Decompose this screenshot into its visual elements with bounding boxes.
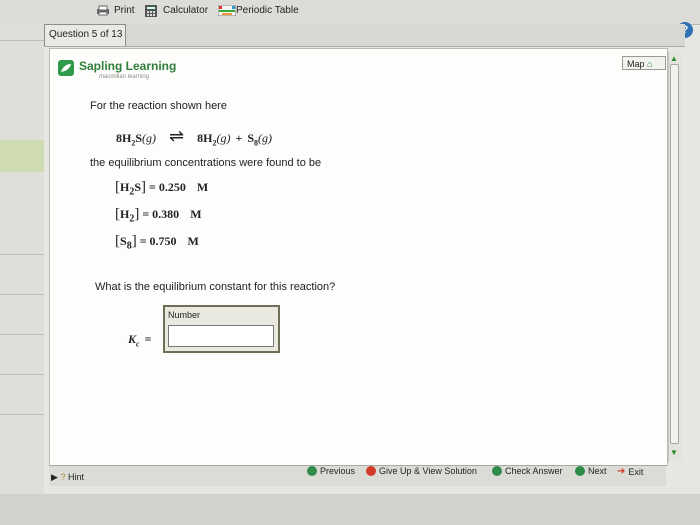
strip-divider — [0, 294, 44, 295]
rhs2-phase: (g) — [258, 131, 272, 145]
lightbulb-icon: ? — [60, 472, 66, 482]
left-highlight-band — [0, 140, 44, 172]
question-tab[interactable]: Question 5 of 13 — [44, 24, 126, 46]
concentration-s8: [S8] = 0.750 M — [115, 233, 199, 251]
strip-divider — [0, 334, 44, 335]
concentration-value: = 0.750 — [139, 234, 177, 248]
concentration-unit: M — [187, 234, 199, 248]
map-icon: ⌂ — [647, 59, 653, 69]
previous-arrow-icon — [307, 466, 317, 476]
prompt-text: For the reaction shown here — [90, 100, 227, 112]
question-tab-bar — [44, 24, 685, 47]
answer-number-input[interactable] — [168, 325, 274, 347]
previous-label: Previous — [320, 466, 356, 476]
bracket-close: ] — [141, 179, 147, 195]
next-arrow-icon — [575, 466, 585, 476]
hint-button[interactable]: ▶ ? Hint — [51, 472, 84, 483]
equilibrium-arrow-icon: ⇌ — [169, 126, 185, 146]
lhs-phase: (g) — [142, 131, 157, 145]
equilibrium-text: the equilibrium concentrations were foun… — [90, 157, 322, 169]
next-button[interactable]: Next — [575, 466, 607, 476]
calculator-label: Calculator — [163, 5, 209, 16]
concentration-value: = 0.250 — [149, 180, 186, 194]
print-label: Print — [114, 5, 135, 16]
strip-divider — [0, 40, 44, 41]
next-label: Next — [588, 466, 607, 476]
periodic-table-label: Periodic Table — [236, 5, 299, 16]
species: S — [120, 234, 127, 248]
kc-equals: = — [144, 332, 152, 346]
lhs-species: H — [122, 131, 132, 145]
check-answer-button[interactable]: Check Answer — [492, 466, 563, 476]
species: H — [120, 207, 130, 221]
strip-divider — [0, 254, 44, 255]
print-button[interactable]: Print — [96, 5, 135, 16]
top-toolbar: Print Calculator Periodic Table — [0, 0, 700, 25]
check-icon — [492, 466, 502, 476]
sapling-logo-icon — [58, 60, 74, 76]
exit-button[interactable]: ➜ Exit — [617, 466, 643, 477]
scroll-down-arrow-icon[interactable]: ▼ — [670, 448, 678, 457]
scroll-up-arrow-icon[interactable]: ▲ — [670, 54, 678, 63]
bracket-close: ] — [134, 206, 140, 222]
lower-background — [0, 494, 700, 525]
map-label: Map — [627, 59, 645, 69]
check-answer-label: Check Answer — [505, 466, 563, 476]
bottom-navigation-bar — [49, 465, 666, 486]
calculator-icon — [145, 5, 159, 17]
exit-arrow-icon: ➜ — [617, 466, 626, 477]
concentration-h2s: [H2S] = 0.250 M — [115, 179, 208, 197]
previous-button[interactable]: Previous — [307, 466, 355, 476]
plus-sign: + — [235, 131, 243, 145]
map-button[interactable]: Map ⌂ — [622, 56, 666, 70]
kc-subscript: c — [136, 339, 140, 349]
concentration-unit: M — [196, 180, 209, 194]
scrollbar-thumb[interactable] — [670, 64, 679, 444]
give-up-button[interactable]: Give Up & View Solution — [366, 466, 477, 476]
strip-divider — [0, 414, 44, 415]
brand-name: Sapling Learning — [79, 59, 177, 73]
exit-label: Exit — [628, 466, 644, 477]
brand-subtitle: macmillan learning — [99, 74, 150, 80]
periodic-table-icon — [217, 4, 237, 17]
calculator-button[interactable]: Calculator — [145, 5, 209, 17]
give-up-x-icon — [366, 466, 376, 476]
kc-symbol: K — [128, 332, 137, 346]
bracket-close: ] — [131, 233, 137, 249]
hint-label: Hint — [67, 472, 84, 482]
concentration-unit: M — [190, 207, 202, 221]
kc-label: Kc = — [128, 332, 151, 348]
reaction-equation: 8H2S(g) ⇌ 8H2(g) + S8(g) — [116, 126, 272, 147]
rhs1-phase: (g) — [216, 131, 231, 145]
give-up-label: Give Up & View Solution — [379, 466, 477, 476]
number-label: Number — [168, 310, 201, 320]
printer-icon — [96, 5, 110, 16]
hint-arrow-icon: ▶ — [51, 472, 58, 482]
concentration-h2: [H2] = 0.380 M — [115, 206, 202, 224]
species: H — [120, 180, 130, 194]
strip-divider — [0, 374, 44, 375]
question-text: What is the equilibrium constant for thi… — [95, 281, 336, 293]
rhs2-species: S — [247, 131, 254, 145]
periodic-table-button[interactable]: Periodic Table — [217, 4, 299, 17]
left-background-strip — [0, 24, 44, 494]
concentration-value: = 0.380 — [142, 207, 180, 221]
